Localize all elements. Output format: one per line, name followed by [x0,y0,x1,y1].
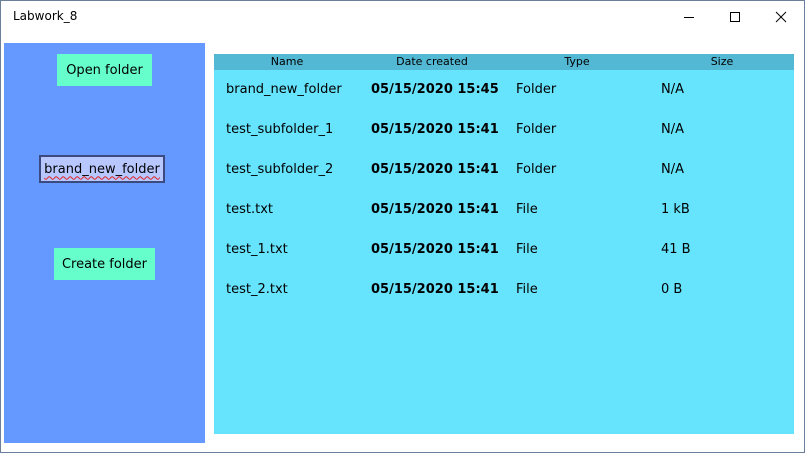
item-name: test_2.txt [226,282,288,297]
close-button[interactable] [758,1,804,33]
item-type: Folder [516,122,557,137]
item-size: 0 B [661,282,683,297]
maximize-icon [730,12,740,22]
item-type: Folder [516,162,557,177]
item-type: File [516,282,538,297]
list-item[interactable]: brand_new_folder 05/15/2020 15:45 Folder… [214,71,794,111]
list-header: Name Date created Type Size [214,54,794,70]
close-icon [775,11,787,23]
folder-name-input[interactable]: brand_new_folder [39,155,165,183]
item-name: test.txt [226,202,273,217]
list-item[interactable]: test.txt 05/15/2020 15:41 File 1 kB [214,191,794,231]
file-list[interactable]: Name Date created Type Size brand_new_fo… [214,54,794,434]
column-header-type[interactable]: Type [564,55,589,68]
item-size: N/A [661,162,684,177]
title-bar[interactable]: Labwork_8 [1,1,804,33]
open-folder-button[interactable]: Open folder [57,54,152,86]
item-name: test_subfolder_2 [226,162,334,177]
item-date-created: 05/15/2020 15:41 [371,202,499,217]
window-title: Labwork_8 [13,9,78,23]
maximize-button[interactable] [712,1,758,33]
column-header-name[interactable]: Name [271,55,303,68]
minimize-icon [684,17,694,18]
item-name: test_1.txt [226,242,288,257]
item-size: N/A [661,122,684,137]
list-item[interactable]: test_2.txt 05/15/2020 15:41 File 0 B [214,271,794,311]
minimize-button[interactable] [666,1,712,33]
item-type: File [516,202,538,217]
item-name: test_subfolder_1 [226,122,334,137]
item-type: File [516,242,538,257]
column-header-date-created[interactable]: Date created [396,55,468,68]
item-size: 41 B [661,242,691,257]
app-window: Labwork_8 Open folder brand_new_folder C… [0,0,805,453]
list-item[interactable]: test_subfolder_2 05/15/2020 15:41 Folder… [214,151,794,191]
item-size: N/A [661,82,684,97]
item-date-created: 05/15/2020 15:41 [371,282,499,297]
item-date-created: 05/15/2020 15:41 [371,162,499,177]
item-date-created: 05/15/2020 15:41 [371,122,499,137]
item-size: 1 kB [661,202,690,217]
list-item[interactable]: test_1.txt 05/15/2020 15:41 File 41 B [214,231,794,271]
item-date-created: 05/15/2020 15:41 [371,242,499,257]
item-type: Folder [516,82,557,97]
item-date-created: 05/15/2020 15:45 [371,82,499,97]
item-name: brand_new_folder [226,82,342,97]
folder-name-value: brand_new_folder [44,161,160,177]
sidebar-panel: Open folder brand_new_folder Create fold… [4,43,205,443]
create-folder-button[interactable]: Create folder [54,248,155,280]
list-item[interactable]: test_subfolder_1 05/15/2020 15:41 Folder… [214,111,794,151]
column-header-size[interactable]: Size [711,55,734,68]
